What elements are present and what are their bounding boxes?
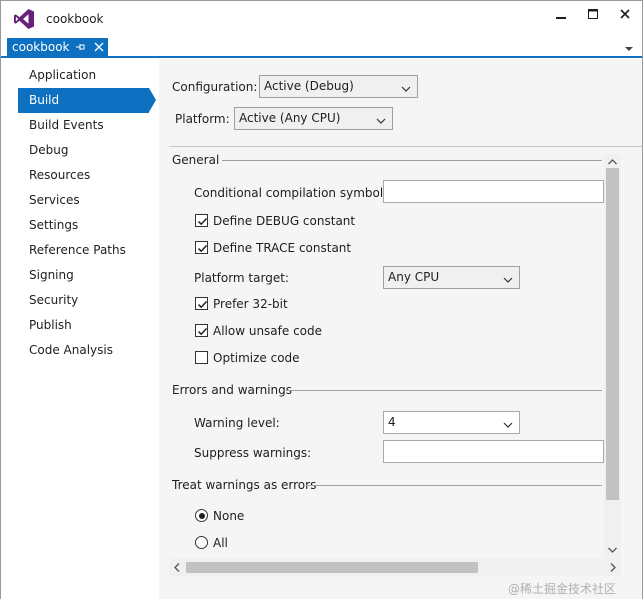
sidebar-item-label: Code Analysis [29,343,113,357]
sidebar-item-label: Security [29,293,79,307]
scroll-right-chevron-icon[interactable] [608,562,618,573]
warning-level-label: Warning level: [194,416,280,430]
title-bar: cookbook [1,1,642,37]
sidebar-item-label: Resources [29,168,91,182]
sidebar-item-label: Debug [29,143,69,157]
sidebar-item-label: Reference Paths [29,243,126,257]
general-group-header: General [172,153,220,167]
window-title: cookbook [46,12,104,26]
prefer-32bit-checkbox[interactable] [195,297,208,310]
maximize-icon [588,8,598,22]
platform-target-label: Platform target: [194,271,289,285]
optimize-code-label: Optimize code [213,351,300,365]
vertical-scroll-thumb[interactable] [606,168,619,500]
properties-sidebar: Application Build Build Events Debug Res… [1,59,159,599]
define-trace-label: Define TRACE constant [213,241,352,255]
sidebar-item-label: Settings [29,218,79,232]
sidebar-item-resources[interactable]: Resources [18,163,149,188]
platform-label: Platform: [175,112,230,126]
document-tab[interactable]: cookbook [7,38,108,57]
radio-selected-dot [198,512,205,519]
platform-value: Active (Any CPU) [239,111,341,125]
suppress-warnings-label: Suppress warnings: [194,446,312,460]
treat-warnings-group-header: Treat warnings as errors [172,478,317,492]
chevron-down-icon [503,418,513,428]
sidebar-item-publish[interactable]: Publish [18,313,149,338]
pin-icon[interactable] [74,40,86,54]
platform-select[interactable]: Active (Any CPU) [234,107,393,130]
active-item-arrow [149,88,156,112]
warning-level-select[interactable]: 4 [383,411,520,434]
close-icon [620,8,630,22]
sidebar-item-security[interactable]: Security [18,288,149,313]
content-area: Application Build Build Events Debug Res… [1,59,642,599]
platform-target-select[interactable]: Any CPU [383,266,520,289]
allow-unsafe-label: Allow unsafe code [213,324,323,338]
sidebar-item-debug[interactable]: Debug [18,138,149,163]
document-tab-strip: cookbook [1,37,642,58]
group-divider [306,485,602,486]
project-properties-window: cookbook cookbook Application Build Buil… [0,0,643,599]
allow-unsafe-checkbox[interactable] [195,324,208,337]
sidebar-item-label: Application [29,68,97,82]
define-trace-checkbox[interactable] [195,241,208,254]
sidebar-item-build[interactable]: Build [18,88,149,113]
tab-close-icon[interactable] [93,39,105,55]
conditional-symbols-input[interactable] [383,180,604,203]
watermark-text: @稀土掘金技术社区 [508,582,617,596]
build-panel: Configuration: Active (Debug) Platform: … [159,59,642,599]
divider [169,146,642,147]
sidebar-item-label: Build [29,93,60,107]
suppress-warnings-input[interactable] [383,440,604,463]
sidebar-item-signing[interactable]: Signing [18,263,149,288]
errors-warnings-group-header: Errors and warnings [172,383,293,397]
treat-all-radio[interactable] [195,536,208,549]
maximize-button[interactable] [581,5,605,25]
conditional-symbols-label: Conditional compilation symbols: [194,186,394,200]
chevron-down-icon [401,82,411,92]
chevron-down-icon [503,273,513,283]
horizontal-scroll-thumb[interactable] [186,562,478,573]
visual-studio-logo-icon [13,8,35,30]
sidebar-item-reference-paths[interactable]: Reference Paths [18,238,149,263]
warning-level-value: 4 [388,415,396,429]
sidebar-item-services[interactable]: Services [18,188,149,213]
group-divider [286,390,602,391]
scroll-down-chevron-icon[interactable] [607,544,618,554]
minimize-button[interactable] [549,5,573,25]
close-window-button[interactable] [613,5,637,25]
sidebar-item-label: Build Events [29,118,104,132]
sidebar-item-build-events[interactable]: Build Events [18,113,149,138]
optimize-code-checkbox[interactable] [195,351,208,364]
configuration-label: Configuration: [172,80,258,94]
sidebar-item-label: Publish [29,318,72,332]
document-tab-label: cookbook [12,40,70,54]
sidebar-item-label: Signing [29,268,74,282]
treat-none-radio[interactable] [195,509,208,522]
scroll-left-chevron-icon[interactable] [172,562,182,573]
sidebar-item-code-analysis[interactable]: Code Analysis [18,338,149,363]
tab-overflow-chevron-down-icon[interactable] [623,43,635,53]
define-debug-checkbox[interactable] [195,214,208,227]
minimize-icon [556,8,566,22]
scroll-up-chevron-icon[interactable] [607,156,618,166]
platform-target-value: Any CPU [388,270,440,284]
sidebar-item-label: Services [29,193,80,207]
treat-all-label: All [213,536,228,550]
sidebar-item-settings[interactable]: Settings [18,213,149,238]
configuration-select[interactable]: Active (Debug) [259,75,418,98]
prefer-32bit-label: Prefer 32-bit [213,297,288,311]
group-divider [222,160,602,161]
treat-none-label: None [213,509,245,523]
define-debug-label: Define DEBUG constant [213,214,356,228]
horizontal-scrollbar[interactable] [169,559,621,576]
configuration-value: Active (Debug) [264,79,354,93]
sidebar-item-application[interactable]: Application [18,63,149,88]
vertical-scrollbar[interactable] [604,154,621,559]
chevron-down-icon [376,114,386,124]
